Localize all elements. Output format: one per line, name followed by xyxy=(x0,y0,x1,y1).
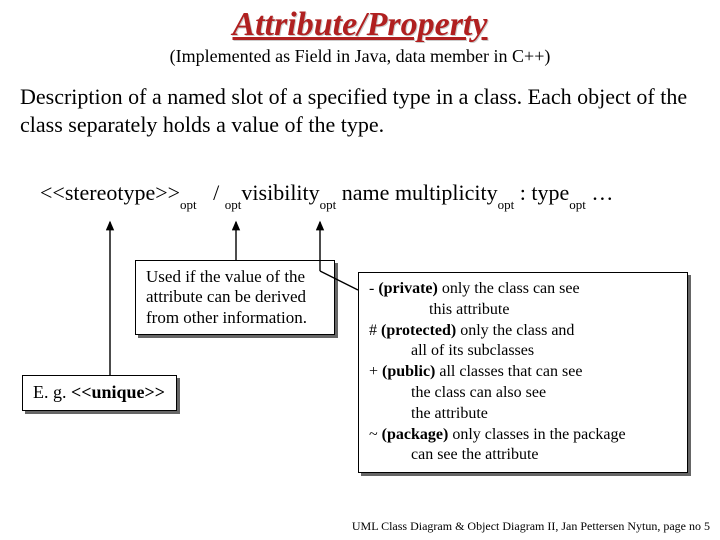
text-protected2: all of its subclasses xyxy=(369,341,677,362)
sym-protected: # xyxy=(369,322,381,339)
text-private: only the class can see xyxy=(438,280,580,297)
visibility-private: - (private) only the class can see this … xyxy=(369,279,677,321)
visibility-protected: # (protected) only the class and all of … xyxy=(369,321,677,363)
syntax-ellipsis: … xyxy=(586,180,614,205)
example-prefix: E. g. xyxy=(33,382,71,402)
text-package: only classes in the package xyxy=(448,426,625,443)
text-protected: only the class and xyxy=(456,322,574,339)
example-bold: <<unique>> xyxy=(71,382,165,402)
syntax-line: <<stereotype>>opt / optvisibilityopt nam… xyxy=(0,180,720,209)
syntax-opt1: opt xyxy=(180,197,197,212)
sym-private: - xyxy=(369,280,378,297)
visibility-public: + (public) all classes that can see the … xyxy=(369,362,677,424)
label-public: (public) xyxy=(382,363,435,380)
text-public: all classes that can see xyxy=(435,363,582,380)
syntax-stereotype: <<stereotype>> xyxy=(40,180,180,205)
text-package2: can see the attribute xyxy=(369,445,677,466)
page-title: Attribute/Property xyxy=(0,0,720,44)
callout-visibility: - (private) only the class can see this … xyxy=(358,272,688,473)
footer: UML Class Diagram & Object Diagram II, J… xyxy=(352,519,710,534)
sym-package: ~ xyxy=(369,426,382,443)
label-private: (private) xyxy=(378,280,438,297)
syntax-opt4: opt xyxy=(498,197,515,212)
syntax-type: : type xyxy=(514,180,569,205)
callout-example: E. g. <<unique>> xyxy=(22,375,177,411)
text-private2: this attribute xyxy=(369,300,677,321)
syntax-name: name multiplicity xyxy=(336,180,497,205)
syntax-visibility: visibility xyxy=(241,180,319,205)
syntax-opt3: opt xyxy=(320,197,337,212)
syntax-opt5: opt xyxy=(569,197,586,212)
syntax-slash: / xyxy=(213,180,219,205)
label-package: (package) xyxy=(382,426,449,443)
visibility-package: ~ (package) only classes in the package … xyxy=(369,425,677,467)
sym-public: + xyxy=(369,363,382,380)
description: Description of a named slot of a specifi… xyxy=(0,67,720,138)
callout-derived: Used if the value of the attribute can b… xyxy=(135,260,335,335)
label-protected: (protected) xyxy=(381,322,456,339)
text-public2: the class can also see xyxy=(369,383,677,404)
text-public3: the attribute xyxy=(369,404,677,425)
subtitle: (Implemented as Field in Java, data memb… xyxy=(0,46,720,67)
syntax-opt2: opt xyxy=(225,197,242,212)
